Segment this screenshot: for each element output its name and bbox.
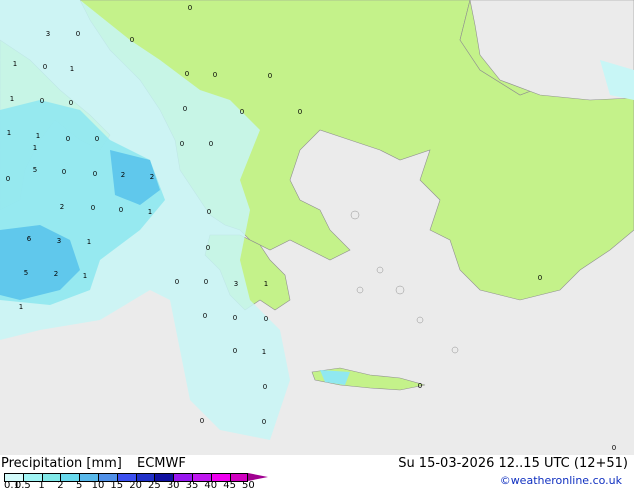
legend-tick: 5 <box>76 480 83 491</box>
legend-tick: 35 <box>185 480 199 491</box>
precip-value: 2 <box>121 171 125 179</box>
precip-value: 0 <box>206 244 210 252</box>
precip-value: 0 <box>233 314 237 322</box>
precip-value: 6 <box>27 235 32 243</box>
precip-value: 0 <box>43 63 47 71</box>
precip-value: 0 <box>262 418 266 426</box>
legend-tick: 1 <box>38 480 45 491</box>
precip-value: 0 <box>183 105 187 113</box>
precip-value: 3 <box>46 30 50 38</box>
precip-value: 1 <box>10 95 14 103</box>
precip-value: 0 <box>268 72 272 80</box>
precip-value: 0 <box>93 170 97 178</box>
precip-value: 2 <box>60 203 64 211</box>
forecast-datetime: Su 15-03-2026 12..15 UTC (12+51) <box>398 456 628 471</box>
precip-value: 0 <box>69 99 73 107</box>
precip-value: 2 <box>150 173 154 181</box>
precip-value: 1 <box>148 208 152 216</box>
legend-tick: 50 <box>242 480 255 491</box>
precip-value: 3 <box>57 237 61 245</box>
precip-value: 1 <box>13 60 17 68</box>
map-title: Precipitation [mm] <box>1 456 122 471</box>
legend-tick: 30 <box>166 480 180 491</box>
precip-value: 0 <box>612 444 616 452</box>
legend-tick: 10 <box>91 480 105 491</box>
precip-value: 1 <box>70 65 74 73</box>
precip-value: 1 <box>36 132 40 140</box>
legend-tick: 45 <box>223 480 236 491</box>
precip-value: 0 <box>62 168 66 176</box>
legend-tick: 20 <box>129 480 142 491</box>
precip-value: 0 <box>76 30 80 38</box>
precip-value: 0 <box>213 71 217 79</box>
precip-value: 0 <box>204 278 208 286</box>
precip-value: 0 <box>188 4 192 12</box>
precip-value: 0 <box>180 140 184 148</box>
precip-value: 1 <box>87 238 91 246</box>
precip-value: 0 <box>263 383 267 391</box>
legend-tick: 25 <box>148 480 161 491</box>
precip-value: 0 <box>130 36 134 44</box>
credit-link[interactable]: ©weatheronline.co.uk <box>500 474 622 487</box>
precip-value: 1 <box>7 129 11 137</box>
precipitation-map: 3 0 0 0 1 0 1 0 0 0 1 0 0 0 0 0 1 1 0 0 0 0 1 5 0 0 2 2 0 2 0 0 1 0 6 3 1 0 5 2… <box>0 0 634 455</box>
precip-value: 1 <box>264 280 268 288</box>
precip-value: 0 <box>6 175 10 183</box>
precip-value: 2 <box>54 270 58 278</box>
precip-value: 0 <box>40 97 44 105</box>
precip-value: 0 <box>233 347 237 355</box>
precip-value: 0 <box>91 204 95 212</box>
legend-tick: 2 <box>57 480 64 491</box>
precip-value: 0 <box>185 70 189 78</box>
legend-tick: 0.5 <box>14 480 31 491</box>
precip-value: 1 <box>262 348 266 356</box>
precip-value: 3 <box>234 280 238 288</box>
precip-value: 0 <box>207 208 211 216</box>
precip-value: 0 <box>119 206 123 214</box>
legend-tick: 15 <box>110 480 124 491</box>
precip-value: 0 <box>264 315 268 323</box>
precip-value: 1 <box>83 272 87 280</box>
precip-value: 0 <box>418 382 422 390</box>
precip-value: 0 <box>175 278 179 286</box>
precip-value: 5 <box>24 269 28 277</box>
precip-value: 0 <box>66 135 70 143</box>
precip-value: 0 <box>95 135 99 143</box>
legend-tick: 40 <box>204 480 218 491</box>
precip-value: 1 <box>33 144 37 152</box>
model-name: ECMWF <box>137 456 186 471</box>
precip-value: 1 <box>19 303 23 311</box>
legend-ticks: 0.1 0.5 1 2 5 10 15 20 25 30 35 40 45 50 <box>0 480 340 492</box>
precip-value: 5 <box>33 166 37 174</box>
precip-value: 0 <box>209 140 213 148</box>
precip-value: 0 <box>203 312 207 320</box>
precip-value: 0 <box>240 108 244 116</box>
precip-value: 0 <box>298 108 302 116</box>
precip-value: 0 <box>538 274 542 282</box>
precip-value: 0 <box>200 417 204 425</box>
